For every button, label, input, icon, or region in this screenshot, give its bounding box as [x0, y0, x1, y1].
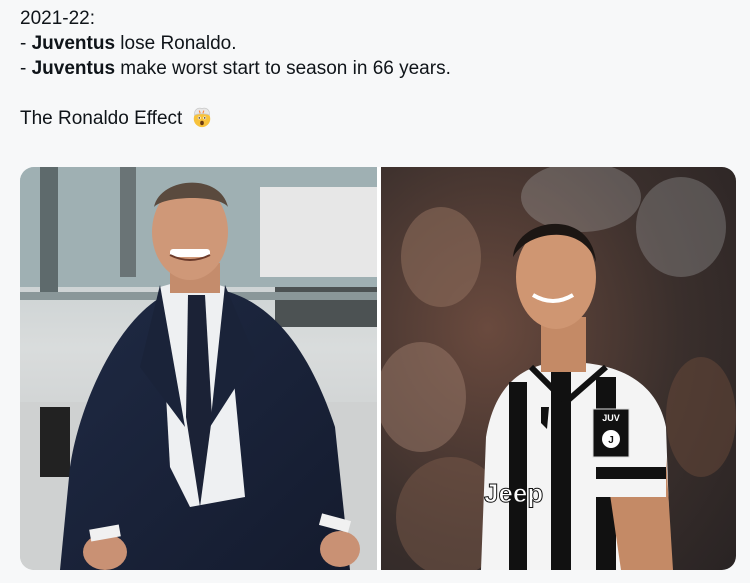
- tweet-line-season: 2021-22:: [20, 8, 96, 29]
- tweet-text: 2021-22: - Juventus lose Ronaldo. - Juve…: [20, 6, 735, 131]
- sleeve-badge-text: JUV: [602, 413, 620, 423]
- svg-text:J: J: [608, 435, 614, 446]
- tweet-media-grid[interactable]: JUV J Jeep: [20, 167, 736, 570]
- effect-text: The Ronaldo Effect: [20, 108, 183, 129]
- line-text: make worst start to season in 66 years.: [115, 58, 451, 79]
- club-name-bold: Juventus: [31, 58, 116, 79]
- tweet-line-worst-start: - Juventus make worst start to season in…: [20, 56, 735, 81]
- tweet-line-effect: The Ronaldo Effect: [20, 106, 735, 131]
- club-name-bold: Juventus: [31, 33, 116, 54]
- bullet-prefix: -: [20, 33, 32, 54]
- coach-in-suit-photo[interactable]: [20, 167, 377, 570]
- exploding-head-icon: [191, 106, 213, 128]
- sponsor-text: Jeep: [484, 478, 543, 508]
- line-text: lose Ronaldo.: [115, 33, 237, 54]
- tweet-line-lose-ronaldo: - Juventus lose Ronaldo.: [20, 31, 735, 56]
- bullet-prefix: -: [20, 58, 32, 79]
- player-in-jersey-photo[interactable]: JUV J Jeep: [381, 167, 736, 570]
